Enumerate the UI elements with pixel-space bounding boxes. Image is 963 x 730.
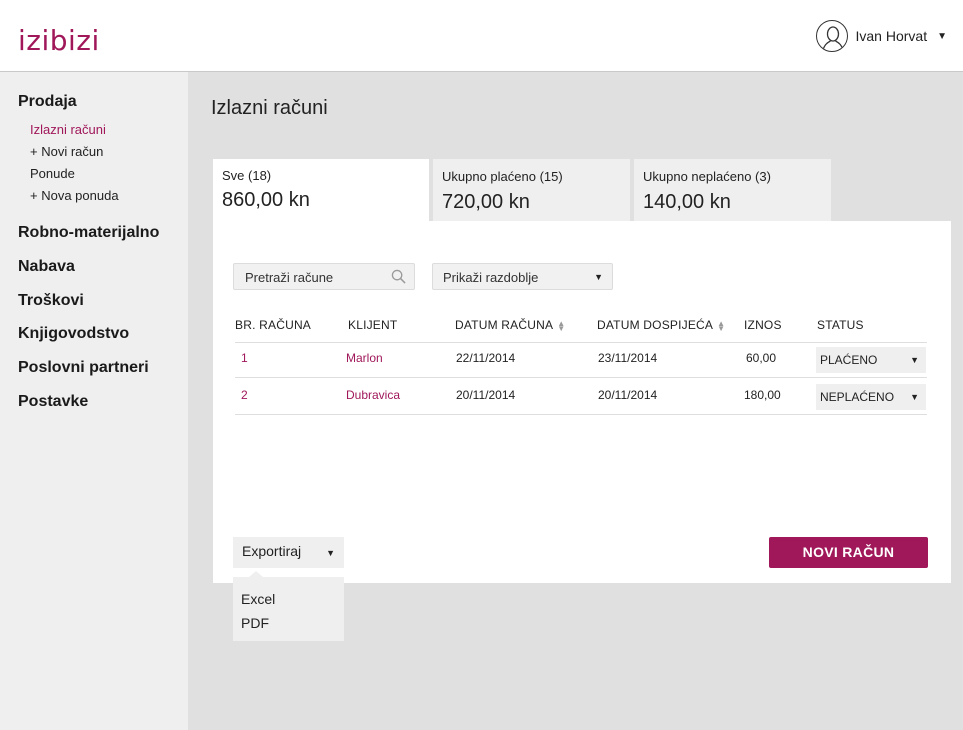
sidebar-subitem-izlazni-racuni[interactable]: Izlazni računi (30, 122, 106, 137)
sidebar-item-knjigovodstvo[interactable]: Knjigovodstvo (18, 325, 129, 343)
status-select[interactable]: NEPLAĆENO ▼ (816, 384, 926, 410)
sidebar-subitem-novi-racun[interactable]: + Novi račun (30, 144, 103, 159)
user-menu[interactable]: Ivan Horvat ▼ (815, 20, 947, 52)
column-header-label: DATUM RAČUNA (455, 318, 554, 332)
chevron-down-icon: ▼ (910, 355, 919, 365)
period-label: Prikaži razdoblje (443, 270, 539, 285)
invoice-date: 20/11/2014 (456, 388, 516, 402)
invoice-number-link[interactable]: 2 (241, 388, 248, 402)
column-header-client[interactable]: KLIJENT (348, 318, 397, 332)
table-divider (235, 342, 927, 343)
export-button[interactable]: Exportiraj ▼ (233, 537, 344, 568)
status-value: NEPLAĆENO (820, 390, 895, 404)
tab-amount: 140,00 kn (643, 191, 731, 213)
sidebar-item-troskovi[interactable]: Troškovi (18, 292, 84, 310)
tab-amount: 720,00 kn (442, 191, 530, 213)
client-link[interactable]: Dubravica (346, 388, 400, 402)
column-header-date[interactable]: DATUM RAČUNA ▲ ▼ (455, 318, 565, 332)
sidebar-item-poslovni-partneri[interactable]: Poslovni partneri (18, 359, 149, 377)
tab-ukupno-placeno[interactable]: Ukupno plaćeno (15) 720,00 kn (433, 159, 630, 221)
sidebar-item-robno-materijalno[interactable]: Robno-materijalno (18, 224, 159, 242)
chevron-down-icon: ▼ (937, 30, 947, 42)
export-label: Exportiraj (242, 543, 302, 559)
user-name: Ivan Horvat (855, 28, 928, 44)
tab-ukupno-neplaceno[interactable]: Ukupno neplaćeno (3) 140,00 kn (634, 159, 831, 221)
search-input[interactable]: Pretraži račune (233, 263, 415, 290)
tab-label: Ukupno plaćeno (15) (442, 169, 563, 184)
app-logo[interactable]: izibizi (18, 24, 100, 57)
status-select[interactable]: PLAĆENO ▼ (816, 347, 926, 373)
column-header-amount[interactable]: IZNOS (744, 318, 782, 332)
invoice-amount: 60,00 (746, 351, 777, 365)
export-menu: Excel PDF (233, 571, 344, 641)
sidebar: Prodaja Izlazni računi + Novi račun Ponu… (0, 72, 188, 730)
tab-amount: 860,00 kn (222, 189, 310, 211)
sidebar-subitem-ponude[interactable]: Ponude (30, 166, 75, 181)
sort-icon[interactable]: ▲ ▼ (557, 319, 565, 332)
chevron-down-icon: ▼ (594, 272, 603, 282)
avatar-icon (815, 20, 848, 52)
menu-item-pdf[interactable]: PDF (241, 615, 269, 631)
main-content: Izlazni računi Sve (18) 860,00 kn Ukupno… (188, 72, 963, 730)
period-select[interactable]: Prikaži razdoblje ▼ (432, 263, 613, 290)
sidebar-item-postavke[interactable]: Postavke (18, 393, 88, 411)
due-date: 20/11/2014 (598, 388, 658, 402)
top-bar: izibizi Ivan Horvat ▼ (0, 0, 963, 72)
invoices-panel: Pretraži račune Prikaži razdoblje ▼ BR. … (213, 221, 951, 583)
tab-sve[interactable]: Sve (18) 860,00 kn (213, 159, 429, 221)
chevron-down-icon: ▼ (910, 392, 919, 402)
status-value: PLAĆENO (820, 353, 878, 367)
table-divider (235, 414, 927, 415)
search-placeholder: Pretraži račune (245, 270, 334, 285)
invoice-amount: 180,00 (744, 388, 781, 402)
tab-label: Ukupno neplaćeno (3) (643, 169, 771, 184)
due-date: 23/11/2014 (598, 351, 658, 365)
table-divider (235, 377, 927, 378)
tab-label: Sve (18) (222, 168, 272, 183)
column-header-number[interactable]: BR. RAČUNA (235, 318, 311, 332)
menu-item-excel[interactable]: Excel (241, 591, 275, 607)
new-invoice-button[interactable]: NOVI RAČUN (769, 537, 928, 568)
client-link[interactable]: Marlon (346, 351, 383, 365)
column-header-label: DATUM DOSPIJEĆA (597, 318, 714, 332)
new-invoice-label: NOVI RAČUN (802, 544, 895, 560)
sidebar-item-prodaja[interactable]: Prodaja (18, 93, 77, 111)
search-icon[interactable] (391, 269, 406, 284)
invoice-date: 22/11/2014 (456, 351, 516, 365)
column-header-status[interactable]: STATUS (817, 318, 864, 332)
page-title: Izlazni računi (211, 97, 328, 119)
sidebar-item-nabava[interactable]: Nabava (18, 258, 75, 276)
invoice-number-link[interactable]: 1 (241, 351, 248, 365)
column-header-due-date[interactable]: DATUM DOSPIJEĆA ▲ ▼ (597, 318, 725, 332)
sort-icon[interactable]: ▲ ▼ (717, 319, 725, 332)
chevron-down-icon: ▼ (326, 548, 335, 558)
sidebar-subitem-nova-ponuda[interactable]: + Nova ponuda (30, 188, 119, 203)
